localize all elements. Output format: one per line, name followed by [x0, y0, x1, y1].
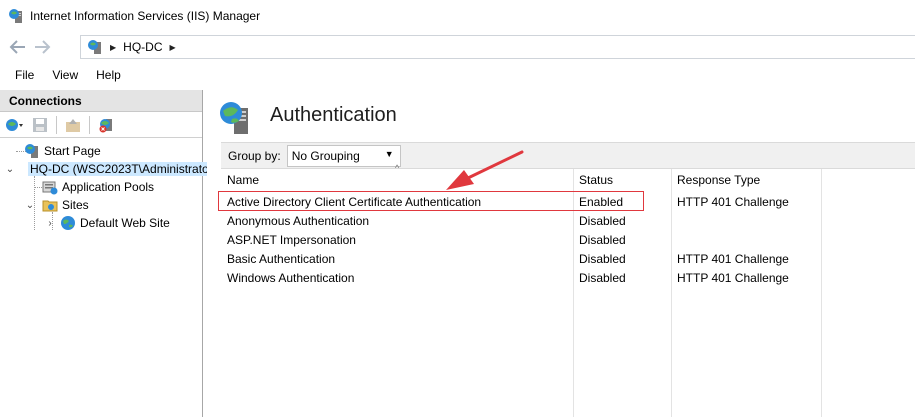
connections-toolbar: [0, 112, 202, 138]
forward-arrow-icon: [35, 40, 51, 54]
group-by-label: Group by:: [228, 148, 281, 163]
list-header: ^ Name Status Response Type: [221, 163, 915, 191]
tree-item-application-pools[interactable]: Application Pools: [0, 178, 202, 196]
row-name: ASP.NET Impersonation: [227, 232, 356, 247]
breadcrumb-separator-icon[interactable]: ▶: [169, 43, 175, 52]
row-status: Disabled: [579, 213, 626, 228]
address-field[interactable]: ▶ HQ-DC ▶: [80, 35, 915, 59]
feature-header: Authentication: [207, 90, 915, 142]
address-bar: ▶ HQ-DC ▶: [0, 32, 915, 62]
row-response-type: HTTP 401 Challenge: [677, 194, 789, 209]
page-title: Authentication: [270, 104, 397, 126]
up-icon: [66, 118, 80, 132]
main-content: Authentication Group by: No Grouping ▼ ^…: [207, 90, 915, 417]
row-response-type: HTTP 401 Challenge: [677, 251, 789, 266]
group-by-bar: Group by: No Grouping ▼: [221, 142, 915, 168]
row-name: Anonymous Authentication: [227, 213, 370, 228]
row-status: Disabled: [579, 232, 626, 247]
dropdown-arrow-icon: ▼: [384, 148, 394, 159]
tree-item-label: Default Web Site: [80, 216, 170, 230]
menu-view[interactable]: View: [43, 68, 87, 82]
sites-folder-icon: [42, 200, 58, 212]
menu-help[interactable]: Help: [87, 68, 130, 82]
group-by-dropdown[interactable]: No Grouping ▼: [286, 144, 401, 167]
title-bar: Internet Information Services (IIS) Mana…: [0, 0, 915, 32]
back-arrow-icon: [9, 40, 25, 54]
row-status: Enabled: [579, 194, 624, 209]
tree-item-label: Start Page: [44, 144, 101, 158]
app-pools-icon: [42, 181, 58, 195]
row-status: Disabled: [579, 251, 626, 266]
connect-icon: [6, 118, 23, 131]
toolbar-separator: [89, 115, 90, 134]
disconnect-icon: [99, 118, 112, 132]
start-page-icon: [25, 144, 38, 158]
forward-button[interactable]: [30, 35, 54, 59]
tree-item-label: HQ-DC (WSC2023T\Administrator): [28, 162, 219, 176]
server-icon: [88, 40, 101, 54]
menu-file[interactable]: File: [6, 68, 43, 82]
row-name: Windows Authentication: [227, 270, 355, 285]
column-header-response-type[interactable]: Response Type: [671, 169, 821, 191]
table-row[interactable]: Basic Authentication Disabled HTTP 401 C…: [221, 249, 915, 268]
toolbar-separator: [56, 115, 57, 134]
row-status: Disabled: [579, 270, 626, 285]
globe-icon: [61, 216, 75, 230]
row-response-type: HTTP 401 Challenge: [677, 270, 789, 285]
column-header-name[interactable]: Name: [221, 169, 573, 191]
tree-item-label: Application Pools: [62, 180, 155, 194]
row-response-type: [671, 211, 821, 230]
save-button[interactable]: [29, 115, 51, 135]
tree-item-sites[interactable]: ⌄ Sites: [0, 196, 202, 214]
save-icon: [33, 117, 47, 132]
connections-header: Connections: [0, 90, 202, 112]
iis-manager-icon: [9, 9, 22, 23]
menu-bar: File View Help: [0, 64, 915, 86]
connect-button[interactable]: [4, 115, 26, 135]
up-button[interactable]: [62, 115, 84, 135]
breadcrumb-item[interactable]: HQ-DC: [123, 40, 162, 54]
table-row[interactable]: Windows Authentication Disabled HTTP 401…: [221, 268, 915, 287]
tree-expanded-icon[interactable]: ⌄: [24, 200, 36, 211]
row-response-type: [671, 230, 821, 249]
tree-item-label: Sites: [62, 198, 89, 212]
table-row[interactable]: ASP.NET Impersonation Disabled: [221, 230, 915, 249]
connections-panel: Connections Start Page ⌄ HQ-DC (WSC2023T…: [0, 90, 219, 417]
authentication-list: ^ Name Status Response Type Active Direc…: [221, 163, 915, 417]
breadcrumb-separator-icon: ▶: [110, 42, 117, 52]
disconnect-button[interactable]: [95, 115, 117, 135]
tree-expanded-icon[interactable]: ⌄: [4, 164, 16, 175]
column-header-status[interactable]: Status: [573, 169, 671, 191]
back-button[interactable]: [6, 35, 30, 59]
table-row[interactable]: Active Directory Client Certificate Auth…: [221, 192, 915, 211]
tree-item-start-page[interactable]: Start Page: [0, 142, 202, 160]
tree-item-default-web-site[interactable]: › Default Web Site: [0, 214, 202, 232]
authentication-icon: [220, 102, 248, 134]
row-name: Basic Authentication: [227, 251, 336, 266]
group-by-value: No Grouping: [291, 148, 360, 163]
table-row[interactable]: Anonymous Authentication Disabled: [221, 211, 915, 230]
row-name: Active Directory Client Certificate Auth…: [227, 194, 482, 209]
tree-collapsed-icon[interactable]: ›: [44, 218, 56, 229]
connections-tree: Start Page ⌄ HQ-DC (WSC2023T\Administrat…: [0, 138, 219, 232]
window-title: Internet Information Services (IIS) Mana…: [30, 9, 261, 23]
tree-item-server[interactable]: ⌄ HQ-DC (WSC2023T\Administrator): [0, 160, 219, 178]
